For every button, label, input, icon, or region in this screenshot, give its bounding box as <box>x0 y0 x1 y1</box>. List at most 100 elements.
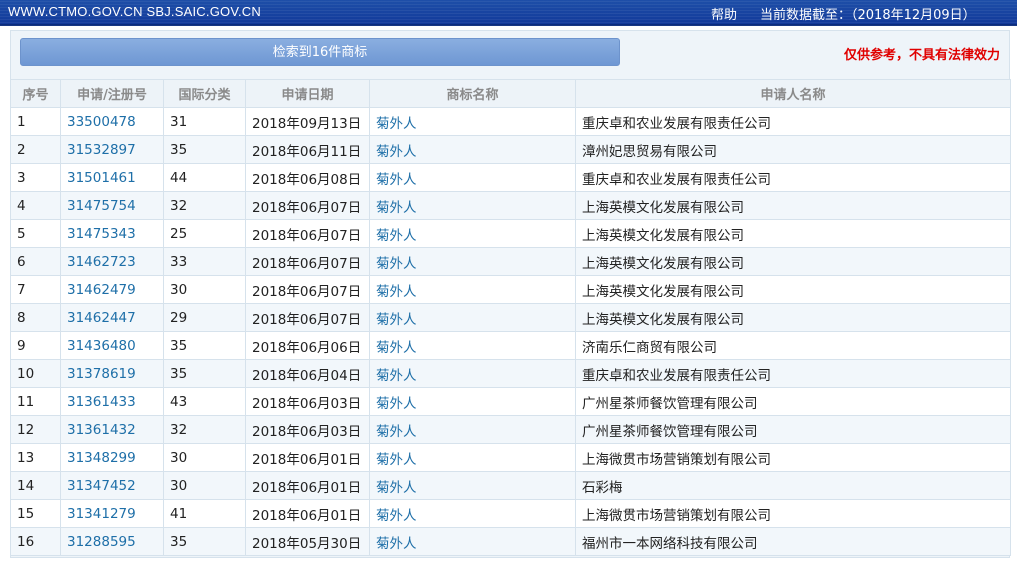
row-number-cell: 5 <box>10 219 61 248</box>
trademark-name-link[interactable]: 菊外人 <box>376 284 417 300</box>
applicant-name-cell: 上海英模文化发展有限公司 <box>575 275 1011 304</box>
trademark-name-link[interactable]: 菊外人 <box>376 452 417 468</box>
trademark-name-link[interactable]: 菊外人 <box>376 228 417 244</box>
applicant-name-cell: 上海英模文化发展有限公司 <box>575 247 1011 276</box>
trademark-name-link[interactable]: 菊外人 <box>376 536 417 552</box>
trademark-name-cell: 菊外人 <box>369 275 576 304</box>
trademark-name-link[interactable]: 菊外人 <box>376 424 417 440</box>
table-row: 3 31501461 44 2018年06月08日 菊外人 重庆卓和农业发展有限责任公司 <box>10 163 1011 192</box>
row-number-cell: 16 <box>10 527 61 556</box>
applicant-name-cell: 济南乐仁商贸有限公司 <box>575 331 1011 360</box>
help-link[interactable]: 帮助 <box>711 4 737 23</box>
registration-number-cell: 31347452 <box>60 471 164 500</box>
registration-number-cell: 31341279 <box>60 499 164 528</box>
table-row: 6 31462723 33 2018年06月07日 菊外人 上海英模文化发展有限公司 <box>10 247 1011 276</box>
trademark-name-link[interactable]: 菊外人 <box>376 312 417 328</box>
international-class-cell: 35 <box>163 135 246 164</box>
top-header-bar: WWW.CTMO.GOV.CN SBJ.SAIC.GOV.CN 帮助 当前数据截… <box>0 0 1017 26</box>
international-class-cell: 35 <box>163 331 246 360</box>
application-date-cell: 2018年06月08日 <box>245 163 370 192</box>
registration-number-link[interactable]: 31348299 <box>67 450 136 466</box>
result-count-bar: 检索到16件商标 <box>20 38 620 66</box>
trademark-name-link[interactable]: 菊外人 <box>376 368 417 384</box>
row-number-cell: 12 <box>10 415 61 444</box>
registration-number-link[interactable]: 31341279 <box>67 506 136 522</box>
trademark-name-link[interactable]: 菊外人 <box>376 200 417 216</box>
registration-number-link[interactable]: 31462447 <box>67 310 136 326</box>
application-date-cell: 2018年05月30日 <box>245 527 370 556</box>
international-class-cell: 31 <box>163 107 246 136</box>
table-row: 7 31462479 30 2018年06月07日 菊外人 上海英模文化发展有限公司 <box>10 275 1011 304</box>
international-class-cell: 30 <box>163 275 246 304</box>
table-row: 10 31378619 35 2018年06月04日 菊外人 重庆卓和农业发展有限责任公司 <box>10 359 1011 388</box>
application-date-cell: 2018年06月01日 <box>245 471 370 500</box>
applicant-name-cell: 重庆卓和农业发展有限责任公司 <box>575 359 1011 388</box>
registration-number-link[interactable]: 31532897 <box>67 142 136 158</box>
application-date-cell: 2018年06月06日 <box>245 331 370 360</box>
application-date-cell: 2018年06月01日 <box>245 499 370 528</box>
col-header-date: 申请日期 <box>245 79 370 108</box>
applicant-name-cell: 上海英模文化发展有限公司 <box>575 191 1011 220</box>
international-class-cell: 29 <box>163 303 246 332</box>
row-number-cell: 4 <box>10 191 61 220</box>
applicant-name-cell: 福州市一本网络科技有限公司 <box>575 527 1011 556</box>
disclaimer-text: 仅供参考，不具有法律效力 <box>843 48 1000 63</box>
registration-number-link[interactable]: 31361433 <box>67 394 136 410</box>
table-row: 13 31348299 30 2018年06月01日 菊外人 上海微贯市场营销策划有限公司 <box>10 443 1011 472</box>
applicant-name-cell: 石彩梅 <box>575 471 1011 500</box>
registration-number-link[interactable]: 31501461 <box>67 170 136 186</box>
col-header-reg-no: 申请/注册号 <box>60 79 164 108</box>
applicant-name-cell: 上海英模文化发展有限公司 <box>575 219 1011 248</box>
trademark-name-link[interactable]: 菊外人 <box>376 256 417 272</box>
trademark-name-link[interactable]: 菊外人 <box>376 480 417 496</box>
trademark-name-link[interactable]: 菊外人 <box>376 396 417 412</box>
row-number-cell: 9 <box>10 331 61 360</box>
registration-number-link[interactable]: 31462479 <box>67 282 136 298</box>
table-row: 9 31436480 35 2018年06月06日 菊外人 济南乐仁商贸有限公司 <box>10 331 1011 360</box>
international-class-cell: 44 <box>163 163 246 192</box>
applicant-name-cell: 上海英模文化发展有限公司 <box>575 303 1011 332</box>
registration-number-link[interactable]: 31288595 <box>67 534 136 550</box>
applicant-name-cell: 重庆卓和农业发展有限责任公司 <box>575 163 1011 192</box>
table-row: 4 31475754 32 2018年06月07日 菊外人 上海英模文化发展有限公司 <box>10 191 1011 220</box>
trademark-name-link[interactable]: 菊外人 <box>376 144 417 160</box>
international-class-cell: 32 <box>163 415 246 444</box>
table-row: 1 33500478 31 2018年09月13日 菊外人 重庆卓和农业发展有限责任公司 <box>10 107 1011 136</box>
table-row: 2 31532897 35 2018年06月11日 菊外人 漳州妃思贸易有限公司 <box>10 135 1011 164</box>
registration-number-link[interactable]: 31347452 <box>67 478 136 494</box>
table-row: 11 31361433 43 2018年06月03日 菊外人 广州星茶师餐饮管理有限公司 <box>10 387 1011 416</box>
registration-number-link[interactable]: 31378619 <box>67 366 136 382</box>
registration-number-link[interactable]: 31475343 <box>67 226 136 242</box>
col-header-trademark: 商标名称 <box>369 79 576 108</box>
application-date-cell: 2018年06月07日 <box>245 303 370 332</box>
application-date-cell: 2018年06月07日 <box>245 247 370 276</box>
applicant-name-cell: 上海微贯市场营销策划有限公司 <box>575 499 1011 528</box>
trademark-name-cell: 菊外人 <box>369 443 576 472</box>
trademark-name-cell: 菊外人 <box>369 471 576 500</box>
registration-number-cell: 31475343 <box>60 219 164 248</box>
registration-number-link[interactable]: 31361432 <box>67 422 136 438</box>
trademark-name-cell: 菊外人 <box>369 387 576 416</box>
row-number-cell: 6 <box>10 247 61 276</box>
trademark-name-link[interactable]: 菊外人 <box>376 172 417 188</box>
registration-number-link[interactable]: 33500478 <box>67 114 136 130</box>
registration-number-link[interactable]: 31436480 <box>67 338 136 354</box>
trademark-name-link[interactable]: 菊外人 <box>376 508 417 524</box>
registration-number-cell: 31475754 <box>60 191 164 220</box>
table-row: 8 31462447 29 2018年06月07日 菊外人 上海英模文化发展有限公司 <box>10 303 1011 332</box>
registration-number-cell: 31348299 <box>60 443 164 472</box>
trademark-name-link[interactable]: 菊外人 <box>376 340 417 356</box>
application-date-cell: 2018年06月07日 <box>245 275 370 304</box>
registration-number-link[interactable]: 31475754 <box>67 198 136 214</box>
trademark-name-cell: 菊外人 <box>369 331 576 360</box>
trademark-name-link[interactable]: 菊外人 <box>376 116 417 132</box>
registration-number-cell: 31501461 <box>60 163 164 192</box>
application-date-cell: 2018年06月03日 <box>245 415 370 444</box>
application-date-cell: 2018年06月03日 <box>245 387 370 416</box>
international-class-cell: 33 <box>163 247 246 276</box>
international-class-cell: 41 <box>163 499 246 528</box>
application-date-cell: 2018年06月01日 <box>245 443 370 472</box>
registration-number-link[interactable]: 31462723 <box>67 254 136 270</box>
application-date-cell: 2018年06月11日 <box>245 135 370 164</box>
row-number-cell: 15 <box>10 499 61 528</box>
